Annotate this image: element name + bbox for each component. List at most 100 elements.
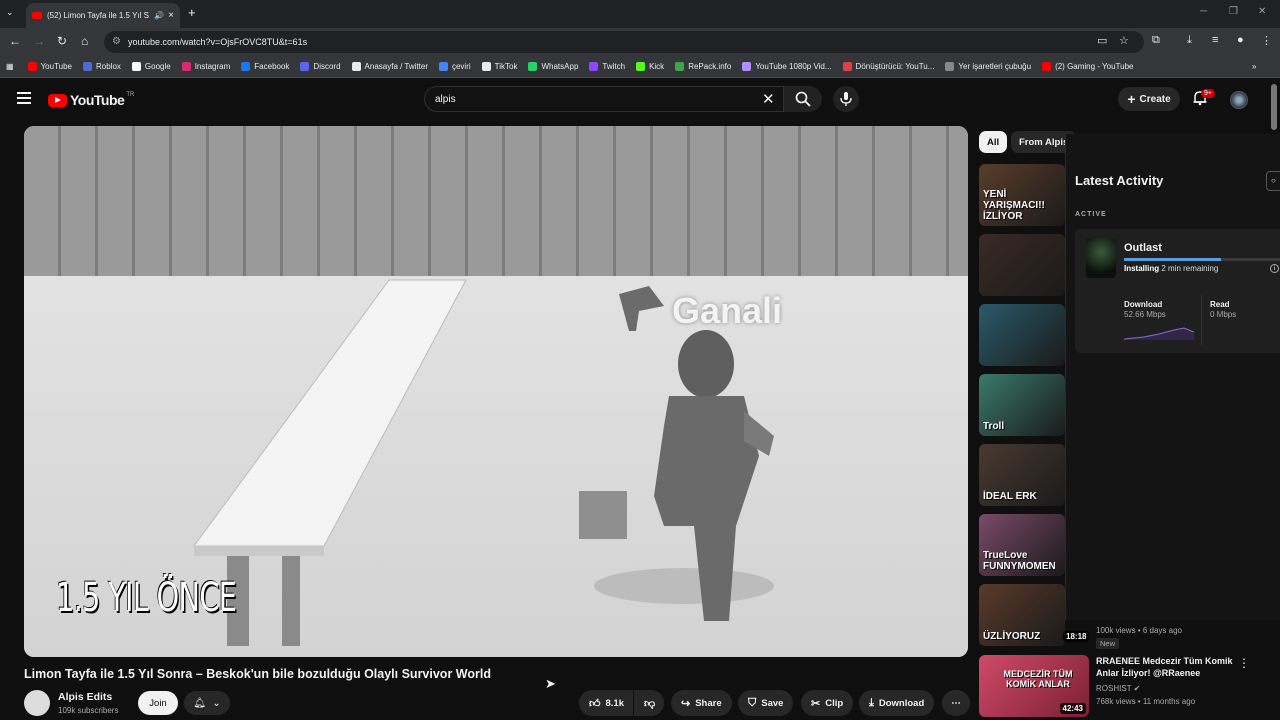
reload-icon[interactable]: ↻	[57, 34, 67, 48]
channel-avatar[interactable]	[24, 690, 50, 716]
recommendation-thumbnail[interactable]: İDEAL ERK	[979, 444, 1065, 506]
bookmark-item[interactable]: YouTube	[27, 62, 72, 71]
bell-icon: 🔔︎	[193, 697, 206, 709]
download-label: Download	[878, 697, 925, 709]
bookmark-item[interactable]: TikTok	[481, 62, 517, 71]
close-window-icon[interactable]: ✕	[1258, 6, 1266, 17]
apps-icon[interactable]: ▦	[6, 62, 14, 71]
join-button[interactable]: Join	[138, 691, 178, 715]
bookmark-favicon-icon	[300, 62, 310, 71]
chevron-down-icon[interactable]: ⌄	[6, 7, 14, 18]
more-actions-button[interactable]: ⋯	[942, 690, 970, 716]
share-button[interactable]: ↪ Share	[671, 690, 732, 716]
logo-text: YouTube	[70, 92, 125, 108]
create-button[interactable]: + Create	[1118, 87, 1180, 111]
hamburger-menu-icon[interactable]	[17, 92, 31, 107]
bookmark-label: Anasayfa / Twitter	[364, 62, 428, 71]
bookmark-favicon-icon	[742, 62, 752, 71]
extensions-icon[interactable]: ⧉	[1152, 34, 1160, 47]
close-tab-icon[interactable]: ×	[168, 10, 174, 21]
recommendation-thumbnail[interactable]	[979, 234, 1065, 296]
save-button[interactable]: ⛉ Save	[738, 690, 794, 716]
panel-title: Latest Activity	[1075, 173, 1164, 188]
like-button[interactable]: 👍︎ 8.1k	[579, 690, 633, 716]
bookmark-item[interactable]: YouTube 1080p Vid...	[742, 62, 832, 71]
browser-tab[interactable]: (52) Limon Tayfa ile 1.5 Yıl S 🔊 ×	[26, 3, 180, 28]
recommendation-thumbnail[interactable]: YENİ YARIŞMACI!! İZLİYOR	[979, 164, 1065, 226]
video-title: Limon Tayfa ile 1.5 Yıl Sonra – Beskok'u…	[24, 667, 491, 681]
bookmark-item[interactable]: Kick	[636, 62, 664, 71]
bookmark-item[interactable]: RePack.info	[675, 62, 731, 71]
bookmark-list: YouTube Roblox Google Instagram Facebook Disc…	[27, 62, 1145, 71]
subscription-bell-button[interactable]: 🔔︎ ⌄	[184, 691, 230, 715]
clear-search-icon[interactable]: ✕	[762, 90, 775, 108]
install-status: Installing 2 min remaining	[1124, 264, 1218, 273]
rec-thumbnail[interactable]: MEDCEZİR TÜM KOMİK ANLAR 42:43	[979, 655, 1089, 717]
bookmark-item[interactable]: Dönüştürücü: YouTu...	[842, 62, 934, 71]
bookmark-item[interactable]: çeviri	[438, 62, 471, 71]
mouse-cursor-icon: ➤	[545, 676, 556, 691]
info-icon[interactable]: i	[1270, 264, 1279, 273]
page-scrollbar[interactable]	[1271, 84, 1277, 130]
bookmark-favicon-icon	[481, 62, 491, 71]
site-info-icon[interactable]: ⚙	[112, 36, 121, 47]
bookmark-icon: ⛉	[748, 696, 757, 709]
channel-name[interactable]: Alpis Edits	[58, 691, 112, 703]
recommendation-thumbnail[interactable]: ÜZLİYORUZ	[979, 584, 1065, 646]
search-button[interactable]	[784, 86, 822, 112]
dislike-button[interactable]: 👎︎	[634, 690, 664, 716]
home-icon[interactable]: ⌂	[81, 34, 88, 48]
speaker-icon[interactable]: 🔊	[154, 11, 164, 20]
bookmark-favicon-icon	[945, 62, 955, 71]
new-tab-icon[interactable]: +	[188, 5, 196, 20]
back-icon[interactable]: ←	[9, 34, 21, 48]
bookmarks-overflow-icon[interactable]: »	[1252, 62, 1256, 71]
more-options-icon[interactable]: ⋮	[1238, 656, 1250, 670]
bookmark-favicon-icon	[636, 62, 646, 71]
bookmark-favicon-icon	[842, 62, 852, 71]
bookmark-favicon-icon	[438, 62, 448, 71]
forward-icon[interactable]: →	[33, 34, 45, 48]
recommendation-thumbnail[interactable]: TrueLove FUNNYMOMEN	[979, 514, 1065, 576]
rec-channel-name: ROSHIST	[1096, 684, 1132, 693]
bookmark-item[interactable]: Twitch	[589, 62, 625, 71]
account-avatar[interactable]	[1230, 91, 1248, 109]
rec-title[interactable]: RRAENEE Medcezir Tüm Komik Anlar İzliyor…	[1096, 655, 1236, 679]
recommendation-thumbnail[interactable]	[979, 304, 1065, 366]
menu-icon[interactable]: ⋮	[1261, 34, 1272, 47]
download-icon[interactable]: ⤓	[1187, 34, 1192, 47]
cast-icon[interactable]: ▭	[1097, 34, 1107, 47]
search-input[interactable]: alpis	[424, 86, 784, 112]
bookmark-item[interactable]: Yer işaretleri çubuğu	[945, 62, 1031, 71]
clip-button[interactable]: ✂ Clip	[801, 690, 854, 716]
chevron-down-icon: ⌄	[212, 697, 221, 709]
bookmark-item[interactable]: Facebook	[241, 62, 289, 71]
rec-channel[interactable]: ROSHIST ✔	[1096, 684, 1140, 693]
minimize-icon[interactable]: ─	[1200, 6, 1207, 17]
chip-all[interactable]: All	[979, 131, 1008, 153]
restore-icon[interactable]: ❐	[1229, 6, 1238, 17]
bookmark-item[interactable]: Instagram	[181, 62, 230, 71]
recommendation-thumbnail[interactable]: Troll	[979, 374, 1065, 436]
bookmark-item[interactable]: Anasayfa / Twitter	[351, 62, 428, 71]
voice-search-button[interactable]	[833, 86, 859, 112]
panel-control-icon[interactable]: ○	[1266, 171, 1280, 191]
address-bar[interactable]: ⚙ youtube.com/watch?v=OjsFrOVC8TU&t=61s	[104, 31, 1144, 53]
bookmark-item[interactable]: Google	[131, 62, 171, 71]
star-icon[interactable]: ☆	[1119, 34, 1129, 47]
bookmark-item[interactable]: Roblox	[83, 62, 121, 71]
bookmark-item[interactable]: (2) Gaming - YouTube	[1042, 62, 1133, 71]
bookmark-label: Roblox	[96, 62, 121, 71]
thumb-text: MEDCEZİR TÜM KOMİK ANLAR	[1003, 669, 1073, 689]
new-badge: New	[1096, 638, 1120, 649]
youtube-logo[interactable]: YouTube TR	[48, 92, 134, 108]
bookmark-item[interactable]: Discord	[300, 62, 341, 71]
thumbnail-text: ÜZLİYORUZ	[983, 631, 1041, 642]
download-button[interactable]: ⤓ Download	[859, 690, 935, 716]
game-name: Outlast	[1124, 242, 1162, 254]
player-name-tag: Ganali	[672, 290, 783, 331]
thumbs-down-icon: 👎︎	[644, 697, 656, 710]
media-icon[interactable]: ≡	[1212, 34, 1218, 46]
profile-icon[interactable]: ●	[1237, 34, 1244, 46]
bookmark-item[interactable]: WhatsApp	[528, 62, 578, 71]
